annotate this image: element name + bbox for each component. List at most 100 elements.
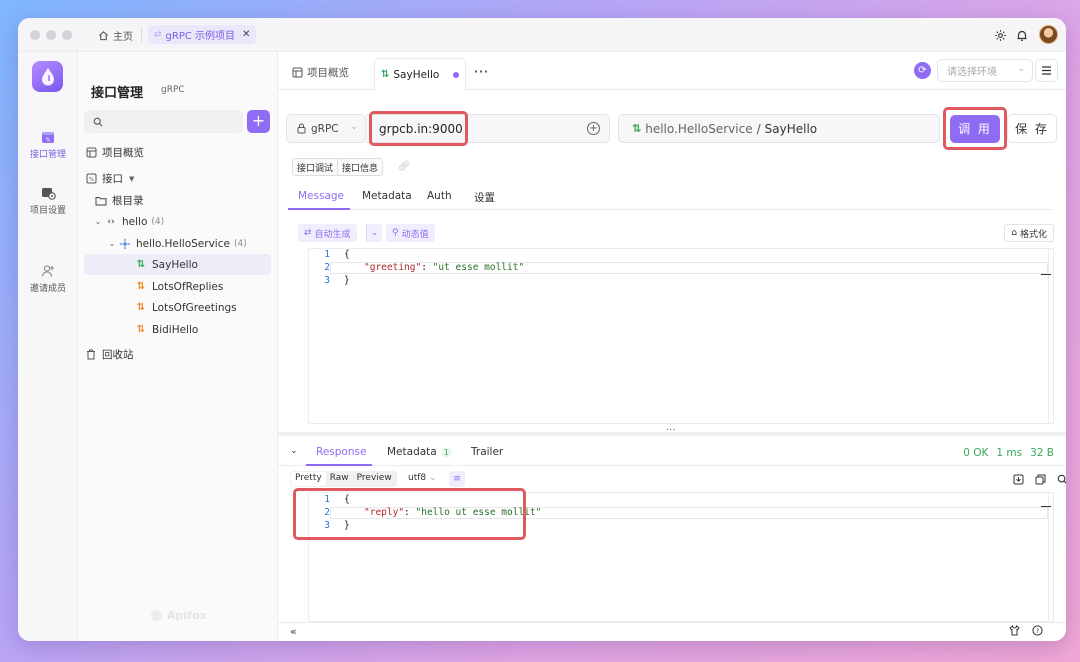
sidebar-item-overview-label: 项目概览 — [102, 147, 144, 159]
search-icon[interactable] — [1055, 472, 1066, 486]
settings-gear-icon[interactable] — [992, 27, 1008, 43]
svg-text:%: % — [89, 177, 94, 183]
chevron-down-icon[interactable]: ⌄ — [92, 217, 104, 226]
tab-sayhello[interactable]: ⇅ SayHello — [374, 58, 467, 90]
rail-item-project-settings[interactable]: 项目设置 — [18, 186, 78, 216]
rail-item-api[interactable]: % 接口管理 — [18, 130, 78, 160]
apifox-logo-icon — [151, 610, 162, 621]
chevron-down-icon: ⌄ — [429, 473, 437, 483]
save-button[interactable]: 保 存 — [1007, 114, 1057, 143]
server-stream-method-icon: ⇅ — [136, 281, 146, 292]
tree-item-method-label: LotsOfGreetings — [152, 301, 237, 314]
unary-method-icon: ⇅ — [381, 69, 390, 80]
wrap-lines-icon[interactable]: ≡ — [449, 471, 465, 487]
encoding-select[interactable]: utf8 ⌄ — [408, 473, 437, 483]
code-line: { — [344, 494, 350, 505]
home-tab[interactable]: 主页 — [98, 26, 133, 44]
sidebar-item-trash-label: 回收站 — [102, 349, 134, 361]
user-avatar[interactable] — [1039, 25, 1058, 44]
service-icon — [118, 237, 132, 251]
tree-item-root[interactable]: 根目录 — [84, 190, 271, 211]
auto-generate-button[interactable]: ⇄ 自动生成 — [298, 224, 357, 242]
tab-metadata[interactable]: Metadata — [362, 190, 412, 202]
download-icon[interactable] — [1011, 472, 1025, 486]
tab-response[interactable]: Response — [316, 446, 366, 458]
menu-button[interactable] — [1035, 59, 1058, 82]
editor-toolbar: ⇄ 自动生成 ⌄ ⚲ 动态值 ⌂ 格式化 — [288, 210, 1064, 250]
client-stream-method-icon: ⇅ — [136, 302, 146, 313]
tab-trailer[interactable]: Trailer — [471, 446, 503, 458]
line-number: 2 — [324, 507, 330, 518]
svg-text:?: ? — [1036, 627, 1039, 635]
json-key: "greeting" — [364, 262, 422, 273]
collapse-chevron-icon[interactable]: ⌄ — [290, 446, 298, 456]
interfaces-dropdown-icon[interactable]: ▼ — [129, 175, 134, 183]
tab-response-metadata[interactable]: Metadata 1 — [387, 446, 452, 458]
json-value: "ut esse mollit" — [432, 262, 525, 273]
zoom-window-dot[interactable] — [62, 30, 72, 40]
dynamic-value-button[interactable]: ⚲ 动态值 — [386, 224, 435, 242]
minimize-window-dot[interactable] — [46, 30, 56, 40]
unary-method-icon: ⇅ — [632, 122, 642, 135]
format-preview[interactable]: Preview — [353, 472, 396, 486]
link-icon[interactable]: 🔗︎ — [398, 161, 411, 172]
sidebar-item-interfaces[interactable]: % 接口 ▼ — [84, 168, 271, 189]
auto-generate-dropdown[interactable]: ⌄ — [366, 224, 382, 242]
tab-settings[interactable]: 设置 — [474, 190, 495, 205]
sidebar-item-overview[interactable]: 项目概览 — [84, 142, 271, 163]
environment-select[interactable]: 请选择环境 ⌄ — [937, 59, 1033, 82]
rail-item-invite-label: 邀请成员 — [29, 284, 66, 294]
add-button[interactable]: + — [247, 110, 270, 133]
trash-icon — [84, 348, 98, 362]
copy-icon[interactable] — [1033, 472, 1047, 486]
close-window-dot[interactable] — [30, 30, 40, 40]
unsaved-dot — [453, 71, 460, 78]
env-sync-icon[interactable]: ⟳ — [914, 62, 931, 79]
tree-item-method-sayhello[interactable]: ⇅ SayHello — [84, 254, 271, 275]
protocol-select[interactable]: gRPC ⌄ — [286, 114, 366, 143]
sidebar-search-input[interactable] — [84, 110, 243, 133]
add-host-icon[interactable]: + — [587, 122, 600, 135]
shirt-theme-icon[interactable] — [1009, 624, 1020, 639]
host-input[interactable]: grpcb.in:9000 + — [366, 114, 610, 143]
sidebar-item-trash[interactable]: 回收站 — [84, 344, 271, 365]
notification-bell-icon[interactable] — [1014, 27, 1030, 43]
view-debug-tab[interactable]: 接口调试 — [292, 158, 339, 176]
help-icon[interactable]: ? — [1032, 625, 1043, 639]
more-tabs-button[interactable]: ··· — [468, 60, 495, 84]
tab-auth[interactable]: Auth — [427, 190, 452, 202]
rail-item-invite[interactable]: 邀请成员 — [18, 264, 78, 294]
format-raw[interactable]: Raw — [326, 472, 353, 486]
code-line: "greeting": "ut esse mollit" — [364, 262, 524, 273]
chevron-down-icon[interactable]: ⌄ — [106, 239, 118, 248]
tree-item-method-lotsofgreetings[interactable]: ⇅ LotsOfGreetings — [84, 297, 271, 318]
method-name: SayHello — [764, 121, 818, 136]
tab-message[interactable]: Message — [298, 190, 344, 202]
format-button[interactable]: ⌂ 格式化 — [1004, 224, 1054, 242]
method-path-field[interactable]: ⇅ hello.HelloService / SayHello — [618, 114, 940, 143]
tree-item-service[interactable]: ⌄ hello.HelloService (4) — [84, 233, 271, 254]
tree-item-method-lotsofreplies[interactable]: ⇅ LotsOfReplies — [84, 276, 271, 297]
format-pretty[interactable]: Pretty — [291, 472, 326, 486]
top-tab-bar: 项目概览 ⇅ SayHello ··· ⟳ 请选择环境 ⌄ — [278, 52, 1066, 90]
collapse-sidebar-icon[interactable]: « — [290, 625, 297, 638]
close-tab-icon[interactable]: ✕ — [242, 29, 250, 40]
sidebar: 接口管理 gRPC + 项目概览 % 接口 ▼ 根目录 ⌄ ‹› hello (… — [78, 52, 278, 641]
tree-item-service-count: (4) — [233, 238, 247, 249]
chevron-down-icon: ⌄ — [1017, 64, 1025, 74]
tab-response-metadata-label: Metadata — [387, 446, 437, 458]
json-sep: : — [404, 507, 416, 518]
tree-item-package-hello[interactable]: ⌄ ‹› hello (4) — [84, 211, 271, 232]
response-scrollbar[interactable] — [1048, 492, 1049, 622]
project-tab[interactable]: ⇄ gRPC 示例项目 ✕ — [148, 25, 257, 44]
app-window: 主页 ⇄ gRPC 示例项目 ✕ % 接口管理 项目设置 邀请成员 接口管理 g… — [18, 18, 1066, 641]
metadata-count-badge: 1 — [440, 448, 452, 457]
tree-item-method-bidihello[interactable]: ⇅ BidiHello — [84, 319, 271, 340]
view-info-tab[interactable]: 接口信息 — [338, 158, 384, 176]
tab-overview[interactable]: 项目概览 — [286, 60, 355, 84]
minimap-marker — [1041, 506, 1051, 507]
invoke-button[interactable]: 调 用 — [950, 115, 1000, 143]
splitter-handle-icon[interactable]: ··· — [666, 425, 676, 436]
tab-sayhello-label: SayHello — [393, 68, 440, 81]
protocol-label: gRPC — [311, 122, 339, 135]
